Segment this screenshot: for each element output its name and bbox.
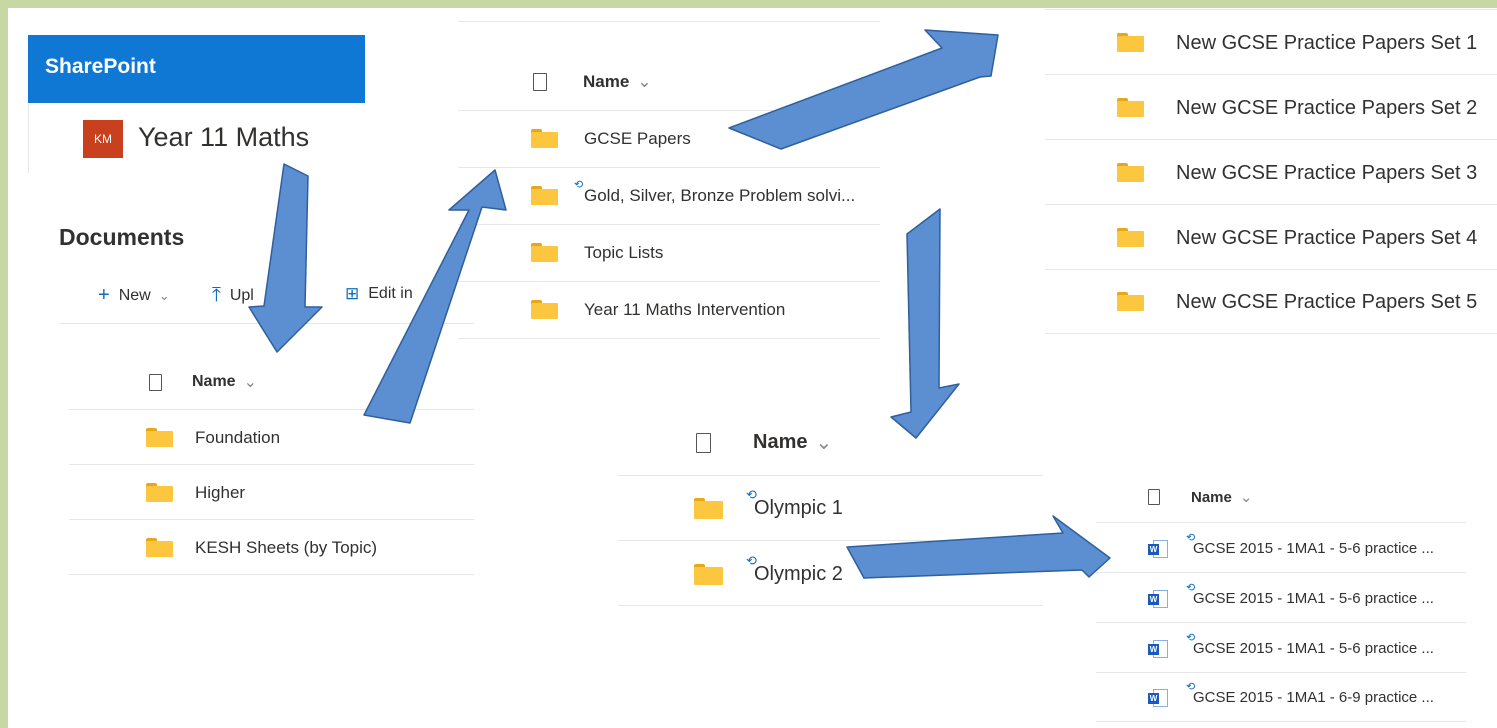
arrow-down-to-olympic: [890, 208, 960, 439]
arrow-to-foundation-contents: [363, 169, 507, 424]
arrow-to-gcse-sets: [728, 29, 999, 150]
arrow-down-to-documents: [248, 163, 323, 353]
navigation-arrows: [248, 29, 1111, 579]
screenshot-frame: SharePoint KM Year 11 Maths Documents + …: [0, 0, 1497, 728]
arrow-to-files: [846, 515, 1111, 579]
canvas: SharePoint KM Year 11 Maths Documents + …: [8, 8, 1497, 728]
